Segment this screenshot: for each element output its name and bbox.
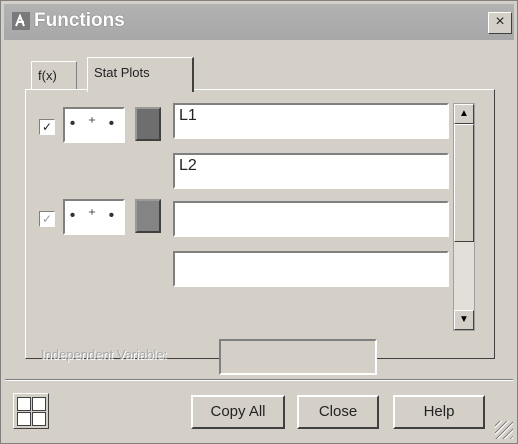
plots-scrollbar[interactable]: ▲ ▼ xyxy=(453,103,475,331)
tab-fx[interactable]: f(x) xyxy=(31,61,77,90)
plot-2-style-selector[interactable]: • ⁺ • xyxy=(63,199,125,235)
plot-1-x-list-field[interactable]: L1 xyxy=(173,103,449,139)
plot-1-style-selector[interactable]: • ⁺ • xyxy=(63,107,125,143)
close-window-button[interactable]: × xyxy=(488,12,512,34)
copy-all-button[interactable]: Copy All xyxy=(191,395,285,429)
plot-2-x-list-field[interactable] xyxy=(173,201,449,237)
plot-1-y-list-field[interactable]: L2 xyxy=(173,153,449,189)
functions-window-icon xyxy=(12,12,30,30)
close-button[interactable]: Close xyxy=(297,395,379,429)
grid-layout-icon[interactable] xyxy=(13,393,49,429)
footer-divider xyxy=(5,379,513,381)
plot-1-checkbox[interactable]: ✓ xyxy=(39,119,55,135)
tab-stat-plots[interactable]: Stat Plots xyxy=(87,57,194,92)
plot-2-checkbox[interactable]: ✓ xyxy=(39,211,55,227)
title-bar[interactable]: Functions × xyxy=(4,4,514,40)
help-button[interactable]: Help xyxy=(393,395,485,429)
window-title: Functions xyxy=(34,10,125,31)
scroll-down-button[interactable]: ▼ xyxy=(454,310,474,330)
resize-grip[interactable] xyxy=(495,421,513,439)
functions-dialog: Functions × f(x) Stat Plots ✓ • ⁺ • L1 L… xyxy=(0,0,518,444)
scroll-up-button[interactable]: ▲ xyxy=(454,104,474,124)
independent-variable-label: Independent Variable: xyxy=(41,347,168,362)
scroll-thumb[interactable] xyxy=(454,124,474,242)
plot-2-y-list-field[interactable] xyxy=(173,251,449,287)
independent-variable-field[interactable] xyxy=(219,339,377,375)
plot-1-color-swatch[interactable] xyxy=(135,107,161,141)
plot-2-color-swatch[interactable] xyxy=(135,199,161,233)
